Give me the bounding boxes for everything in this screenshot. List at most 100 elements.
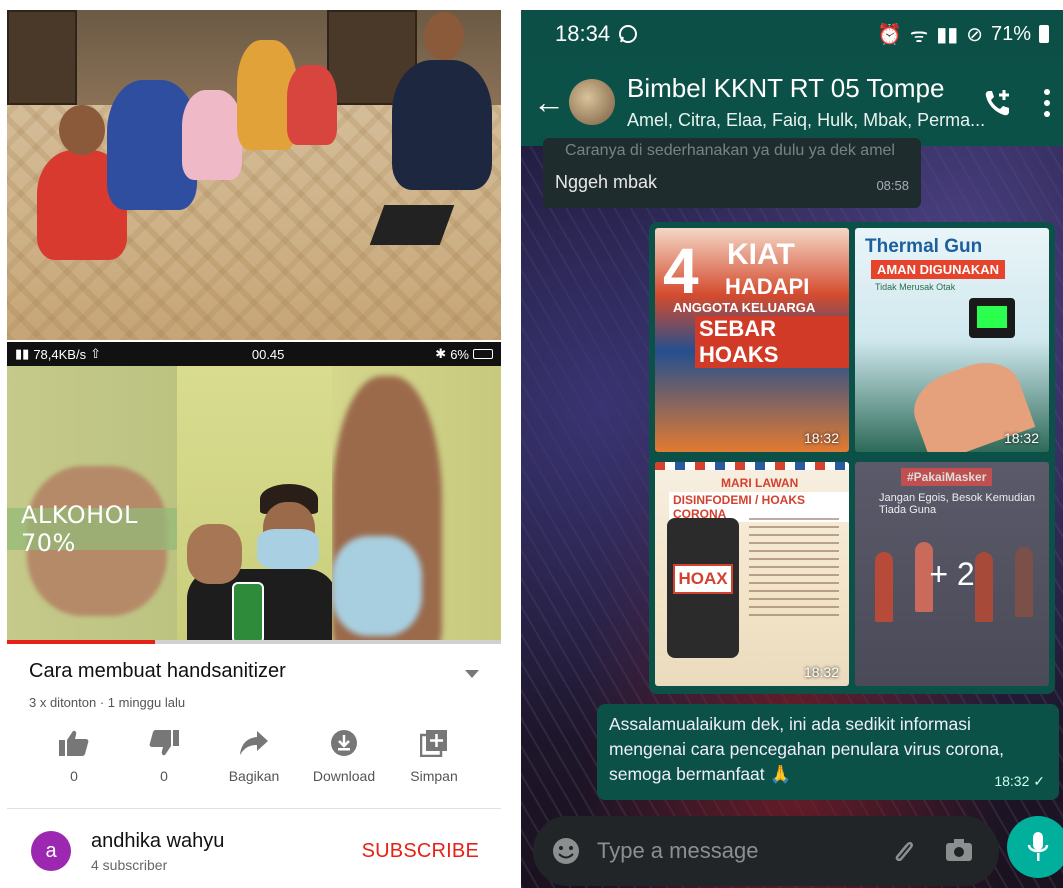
wa-status-time: 18:34 [555,21,611,46]
emoji-icon[interactable] [551,836,581,866]
battery-icon [1039,25,1049,43]
attach-icon[interactable] [891,838,917,864]
photo-child-head [59,105,105,155]
like-button[interactable]: 0 [29,728,119,784]
expand-description-icon[interactable] [465,670,479,678]
video-meta: 3 x ditonton · 1 minggu lalu [29,695,186,710]
video-panel-right [332,366,501,644]
dnd-icon: ⊘ [966,23,983,46]
add-call-icon[interactable] [983,88,1013,118]
channel-row[interactable]: a andhika wahyu 4 subscriber SUBSCRIBE [7,816,501,886]
message-input[interactable]: Type a message [597,838,758,864]
outgoing-message[interactable]: Assalamualaikum dek, ini ada sedikit inf… [597,704,1059,800]
camera-icon[interactable] [945,838,973,862]
yt-status-time: 00.45 [251,346,285,362]
back-arrow-icon[interactable]: ← [533,84,565,121]
poster-number: 4 [663,235,699,307]
youtube-screen: ▮▮ 78,4KB/s ⇧ 00.45 ✱ 6% ALKOHOL 70% Car… [7,342,501,888]
video-actions: 0 0 Bagikan Download Simpan [29,728,479,784]
channel-name[interactable]: andhika wahyu [91,830,224,853]
hoax-stamp: HOAX [673,564,733,594]
channel-avatar[interactable]: a [31,831,71,871]
chat-header: ← Bimbel KKNT RT 05 Tompe Amel, Citra, E… [521,58,1063,146]
message-time: 18:32 [994,773,1030,789]
thumbs-down-icon [149,730,179,756]
more-options-icon[interactable] [1043,88,1051,118]
share-icon [240,731,268,755]
microphone-icon [1027,832,1049,861]
chat-title-block[interactable]: Bimbel KKNT RT 05 Tompe Amel, Citra, Ela… [627,73,985,131]
subscribe-button[interactable]: SUBSCRIBE [362,840,479,863]
poster-body-text [749,518,839,618]
more-images-count: + 2 [929,555,975,592]
message-time: 08:58 [876,178,909,193]
thermal-gun-illustration [969,298,1015,338]
alarm-icon: ⏰ [877,23,902,46]
channel-info: andhika wahyu 4 subscriber [91,830,224,873]
video-presenter [187,484,337,644]
photo-cabinet [7,10,77,105]
message-time-read: 18:32 ✓ [994,769,1045,794]
video-title: Cara membuat handsanitizer [29,660,286,682]
album-image-pakai-masker[interactable]: #PakaiMasker Jangan Egois, Besok Kemudia… [855,462,1049,686]
wa-battery-text: 71% [990,22,1031,45]
bluetooth-icon: ✱ [435,346,447,361]
video-mask-closeup [332,536,422,636]
message-text: Assalamualaikum dek, ini ada sedikit inf… [609,714,1004,784]
photo-laptop [369,205,455,245]
photo-man-blazer [392,60,492,190]
message-text: Nggeh mbak [555,172,658,192]
album-image-thermal-gun[interactable]: Thermal Gun AMAN DIGUNAKAN Tidak Merusak… [855,228,1049,452]
whatsapp-notification-icon [619,25,638,43]
sanitizer-bottle [232,582,264,644]
album-image-lawan-hoaks[interactable]: MARI LAWAN DISINFODEMI / HOAKS CORONA HO… [655,462,849,686]
presenter-mask [257,529,319,569]
classroom-photo [7,10,501,340]
image-time: 18:32 [803,430,839,446]
photo-man-head [424,12,464,60]
message-composer[interactable]: Type a message [533,816,999,886]
photo-child-red-shirt [287,65,337,145]
video-player[interactable]: ALKOHOL 70% [7,366,501,644]
album-image-kiat-hoaks[interactable]: 4 KIAT HADAPI ANGGOTA KELUARGA SEBAR HOA… [655,228,849,452]
screenshot-collage: ▮▮ 78,4KB/s ⇧ 00.45 ✱ 6% ALKOHOL 70% Car… [0,0,1063,888]
share-label: Bagikan [228,768,280,784]
dislike-count: 0 [160,768,168,784]
quoted-message-text: Caranya di sederhanakan ya dulu ya dek a… [565,142,895,159]
save-label: Simpan [410,768,458,784]
dislike-button[interactable]: 0 [119,728,209,784]
group-avatar[interactable] [569,79,615,125]
wa-status-bar: 18:34 ⏰ ᯤ ▮▮ ⊘ 71% [521,10,1063,58]
incoming-message[interactable]: Caranya di sederhanakan ya dulu ya dek a… [543,138,921,208]
poster-heading: MARI LAWAN [721,476,799,490]
presenter-hand [187,524,242,584]
thumbs-up-icon [59,730,89,756]
yt-battery-text: 6% [450,346,469,362]
thermal-gun-screen [977,306,1007,328]
signal-icon: ▮▮ [936,23,959,46]
read-tick-icon: ✓ [1033,773,1045,789]
phone-illustration: HOAX [667,518,739,658]
save-button[interactable]: Simpan [389,728,479,784]
download-label: Download [312,768,376,784]
poster-line: HADAPI [725,274,810,299]
poster-heading: Thermal Gun [865,236,983,257]
subscriber-count: 4 subscriber [91,856,168,873]
voice-message-button[interactable] [1007,816,1063,878]
save-playlist-icon [420,730,447,757]
poster-line: ANGGOTA KELUARGA [673,300,816,315]
share-button[interactable]: Bagikan [209,728,299,784]
envelope-border [655,462,849,470]
signal-icon: ▮▮ [15,346,30,361]
divider [7,808,501,809]
yt-network-speed: 78,4KB/s [33,346,87,362]
download-button[interactable]: Download [299,728,389,784]
download-icon [331,730,357,756]
battery-icon [472,349,493,359]
poster-line: SEBAR HOAKS [695,316,849,368]
upload-arrow-icon: ⇧ [90,346,101,361]
video-info: Cara membuat handsanitizer 3 x ditonton … [7,644,501,784]
image-time: 18:32 [1003,430,1039,446]
photo-child-pink [182,90,242,180]
group-members: Amel, Citra, Elaa, Faiq, Hulk, Mbak, Per… [627,110,986,130]
